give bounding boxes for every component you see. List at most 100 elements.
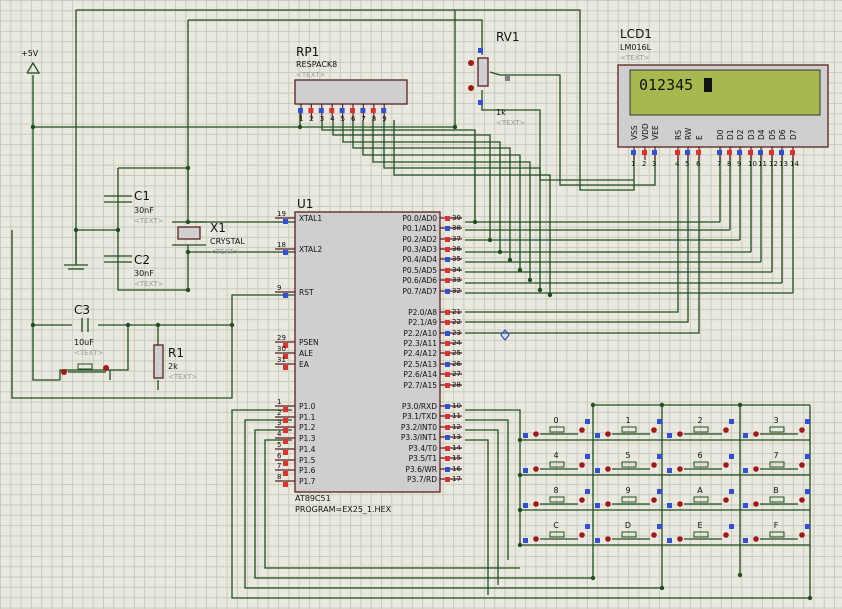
pin-state-marker [283, 482, 288, 487]
resistor-r1[interactable]: R1 2k <TEXT> [153, 344, 198, 381]
crystal-x1[interactable]: X1 CRYSTAL <TEXT> [172, 221, 245, 256]
pin-state-marker [743, 503, 748, 508]
keypad-key[interactable]: 0 [523, 416, 590, 438]
junction-dot [659, 585, 665, 591]
pin-state-marker [283, 407, 288, 412]
pin-state-marker [381, 108, 387, 113]
mcu-pin-name: P0.2/AD2 [402, 235, 437, 244]
keypad-key[interactable]: 2 [667, 416, 734, 438]
keypad-key[interactable]: E [667, 521, 734, 543]
rp1-pin-number: 3 [320, 115, 324, 123]
keypad-key[interactable]: 4 [523, 451, 590, 473]
mcu-part: AT89C51 [295, 494, 331, 503]
mcu-pin-name: P0.3/AD3 [402, 245, 437, 254]
keypad-key[interactable]: 3 [743, 416, 810, 438]
pin-state-marker [350, 108, 355, 113]
key-terminal [651, 532, 657, 538]
pin-state-marker [445, 477, 450, 482]
mcu-pin-number: 4 [277, 430, 282, 438]
key-cap [549, 426, 565, 433]
capacitor-c3[interactable]: C3 10uF <TEXT> [74, 303, 104, 357]
lcd-pin-number: 5 [685, 160, 689, 168]
pin-state-marker [585, 524, 590, 529]
lcd-pin-name: D7 [789, 129, 798, 140]
mcu-pin-name: P3.2/INT0 [401, 423, 437, 432]
keypad-key[interactable]: 1 [595, 416, 662, 438]
lcd-pin-number: 4 [675, 160, 680, 168]
keypad-key[interactable]: 8 [523, 486, 590, 508]
pin-state-marker [445, 425, 450, 430]
c2-text: <TEXT> [134, 280, 164, 288]
mcu-pin-name: P2.6/A14 [403, 370, 437, 379]
pin-state-marker [642, 150, 647, 155]
junction-dot [185, 287, 191, 293]
junction-dot [517, 472, 523, 478]
keypad-key[interactable]: 5 [595, 451, 662, 473]
key-terminal [799, 462, 805, 468]
lcd-ref: LCD1 [620, 27, 652, 41]
schematic-svg: U1 AT89C51 PROGRAM=EX25_1.HEX 19 XTAL118 X… [11, 9, 829, 601]
rp1-text: <TEXT> [296, 71, 326, 79]
key-cap [769, 531, 785, 538]
keypad-key[interactable]: 9 [595, 486, 662, 508]
lcd-module[interactable]: LCD1 LM016L <TEXT> 012345 VSS 1 VDD 2 VEE 3 RS… [617, 27, 829, 168]
pin-state-marker [370, 108, 376, 113]
c2-ref: C2 [134, 253, 150, 267]
key-terminal [605, 466, 611, 472]
rv1-value: 1k [496, 108, 506, 117]
key-terminal [579, 532, 585, 538]
lcd-pin-number: 7 [717, 160, 721, 168]
key-label: 4 [553, 451, 558, 460]
keypad-key[interactable]: 7 [743, 451, 810, 473]
mcu-pin-number: 27 [452, 370, 461, 378]
pin-state-marker [790, 150, 795, 155]
capacitor-c1[interactable]: C1 30nF <TEXT> [104, 189, 164, 225]
mcu-pin-name: P0.7/AD7 [402, 287, 437, 296]
keypad-key[interactable]: 6 [667, 451, 734, 473]
pin-state-marker [729, 489, 734, 494]
key-terminal [651, 497, 657, 503]
key-terminal [723, 462, 729, 468]
pin-state-marker [445, 216, 450, 221]
pin-state-marker [329, 108, 335, 113]
r1-text: <TEXT> [168, 373, 198, 381]
key-terminal [677, 501, 683, 507]
power-terminal: +5V [21, 49, 41, 74]
rp1-pin-number: 7 [361, 115, 365, 123]
pin-state-marker [729, 419, 734, 424]
key-cap [621, 496, 637, 503]
mcu-pin-name: P2.1/A9 [408, 318, 437, 327]
pin-state-marker [779, 150, 784, 155]
resistor-pack-rp1[interactable]: RP1 RESPACK8 <TEXT> 123456789 [294, 45, 408, 123]
schematic-canvas[interactable]: U1 AT89C51 PROGRAM=EX25_1.HEX 19 XTAL1 18 X… [0, 0, 842, 609]
potentiometer-rv1[interactable]: RV1 1k <TEXT> [468, 30, 526, 127]
junction-dot [517, 542, 523, 548]
pin-state-marker [657, 454, 662, 459]
keypad-key[interactable]: F [743, 521, 810, 543]
mcu-ref: U1 [297, 197, 313, 211]
keypad-key[interactable]: A [667, 486, 734, 508]
pin-state-marker [657, 419, 662, 424]
keypad-key[interactable]: C [523, 521, 590, 543]
mcu-pin-number: 23 [452, 329, 461, 337]
pin-state-marker [657, 524, 662, 529]
lcd-pin-number: 9 [737, 160, 741, 168]
key-label: E [697, 521, 702, 530]
vcc-label: +5V [21, 49, 39, 58]
keypad-4x4[interactable]: 0 1 2 3 4 5 6 7 8 9 A B C D E F [523, 416, 810, 543]
pin-state-marker [445, 383, 450, 388]
capacitor-c2[interactable]: C2 30nF <TEXT> [104, 253, 164, 288]
mcu-at89c51[interactable]: U1 AT89C51 PROGRAM=EX25_1.HEX 19 XTAL118 X… [275, 197, 462, 514]
junction-dot [229, 322, 235, 328]
lcd-pin-number: 11 [758, 160, 767, 168]
key-cap [693, 461, 709, 468]
key-terminal [753, 431, 759, 437]
junction-dot [517, 267, 523, 273]
key-terminal [651, 462, 657, 468]
pin-state-marker [696, 150, 701, 155]
pin-state-marker [283, 293, 288, 298]
keypad-key[interactable]: B [743, 486, 810, 508]
pin-state-marker [445, 362, 450, 367]
key-label: A [697, 486, 703, 495]
keypad-key[interactable]: D [595, 521, 662, 543]
